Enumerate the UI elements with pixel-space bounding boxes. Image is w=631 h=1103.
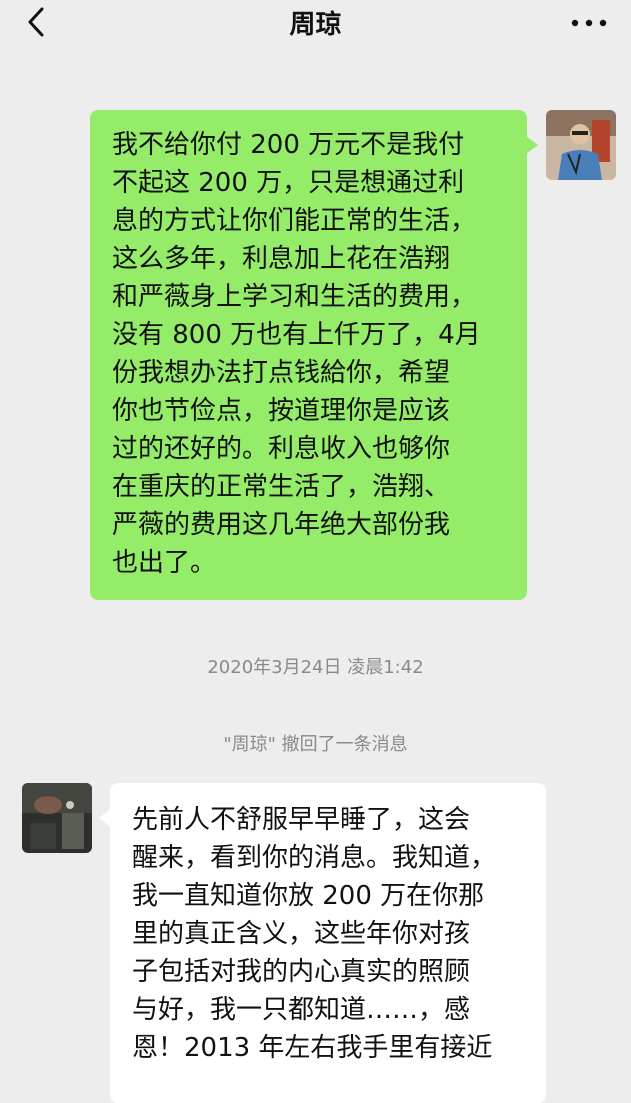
avatar[interactable] xyxy=(546,110,616,180)
chat-header: 周琼 xyxy=(0,0,631,44)
chat-title: 周琼 xyxy=(289,10,342,40)
user-photo-icon xyxy=(546,110,616,180)
user-photo-icon xyxy=(22,783,92,853)
message-bubble-sent[interactable]: 我不给你付 200 万元不是我付 不起这 200 万，只是想通过利 息的方式让你… xyxy=(90,110,538,600)
message-bubble-received[interactable]: 先前人不舒服早早睡了，这会 醒来，看到你的消息。我知道， 我一直知道你放 200… xyxy=(99,783,546,1103)
recall-notice: "周琼" 撤回了一条消息 xyxy=(223,734,408,755)
more-button[interactable] xyxy=(567,6,611,38)
message-timestamp: 2020年3月24日 凌晨1:42 xyxy=(207,657,424,678)
avatar[interactable] xyxy=(22,783,92,853)
more-horizontal-icon xyxy=(571,19,607,27)
